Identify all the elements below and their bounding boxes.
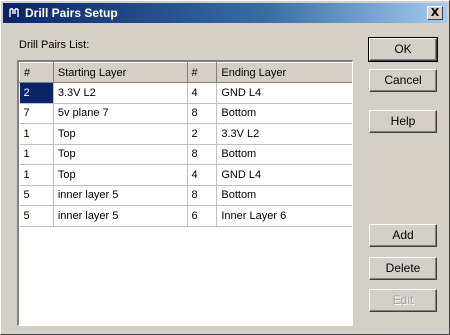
- drill-pairs-list[interactable]: # Starting Layer # Ending Layer 2 3.3V L…: [17, 60, 353, 326]
- ending-layer-cell: Bottom: [216, 103, 352, 124]
- table-row[interactable]: 2 3.3V L2 4 GND L4: [19, 82, 352, 104]
- start-number-cell: 5: [19, 205, 54, 227]
- starting-layer-cell: 5v plane 7: [53, 103, 188, 124]
- drill-pairs-list-label: Drill Pairs List:: [19, 39, 90, 51]
- end-number-cell: 6: [187, 205, 218, 227]
- drill-pairs-app-icon: [7, 6, 21, 20]
- table-row[interactable]: 1 Top 4 GND L4: [19, 164, 352, 186]
- starting-layer-cell: Top: [53, 164, 188, 186]
- ok-button[interactable]: OK: [368, 37, 438, 62]
- help-button[interactable]: Help: [369, 110, 437, 133]
- start-number-cell: 1: [19, 144, 54, 165]
- ending-layer-cell: 3.3V L2: [216, 123, 352, 145]
- window-title: Drill Pairs Setup: [25, 6, 118, 20]
- table-row[interactable]: 1 Top 8 Bottom: [19, 144, 352, 165]
- close-button[interactable]: X: [427, 6, 443, 20]
- starting-layer-cell: Top: [53, 144, 188, 165]
- add-button[interactable]: Add: [369, 224, 437, 247]
- starting-layer-cell: 3.3V L2: [53, 82, 188, 104]
- ending-layer-cell: GND L4: [216, 82, 352, 104]
- ending-layer-cell: Bottom: [216, 185, 352, 206]
- delete-button[interactable]: Delete: [369, 257, 437, 280]
- table-row[interactable]: 1 Top 2 3.3V L2: [19, 123, 352, 145]
- end-number-cell: 4: [187, 82, 218, 104]
- table-header-row: # Starting Layer # Ending Layer: [19, 62, 352, 83]
- column-header-end-number[interactable]: #: [186, 62, 218, 83]
- end-number-cell: 2: [187, 123, 218, 145]
- end-number-cell: 4: [187, 164, 218, 186]
- end-number-cell: 8: [187, 144, 218, 165]
- starting-layer-cell: inner layer 5: [53, 185, 188, 206]
- drill-pairs-table: # Starting Layer # Ending Layer 2 3.3V L…: [19, 62, 352, 227]
- table-row[interactable]: 7 5v plane 7 8 Bottom: [19, 103, 352, 124]
- column-header-ending-layer[interactable]: Ending Layer: [216, 62, 352, 83]
- end-number-cell: 8: [187, 185, 218, 206]
- starting-layer-cell: inner layer 5: [53, 205, 188, 227]
- start-number-cell: 1: [19, 123, 54, 145]
- starting-layer-cell: Top: [53, 123, 188, 145]
- start-number-cell: 2: [19, 82, 54, 104]
- column-header-starting-layer[interactable]: Starting Layer: [52, 62, 188, 83]
- column-header-start-number[interactable]: #: [19, 62, 54, 83]
- cancel-button[interactable]: Cancel: [369, 69, 437, 92]
- table-row[interactable]: 5 inner layer 5 6 Inner Layer 6: [19, 205, 352, 227]
- drill-pairs-dialog: Drill Pairs Setup X Drill Pairs List: # …: [0, 0, 450, 335]
- edit-button[interactable]: Edit: [369, 289, 437, 312]
- title-bar[interactable]: Drill Pairs Setup X: [3, 3, 447, 23]
- ending-layer-cell: GND L4: [216, 164, 352, 186]
- end-number-cell: 8: [187, 103, 218, 124]
- ending-layer-cell: Inner Layer 6: [216, 205, 352, 227]
- start-number-cell: 7: [19, 103, 54, 124]
- close-icon: X: [430, 6, 440, 19]
- start-number-cell: 5: [19, 185, 54, 206]
- ending-layer-cell: Bottom: [216, 144, 352, 165]
- start-number-cell: 1: [19, 164, 54, 186]
- table-row[interactable]: 5 inner layer 5 8 Bottom: [19, 185, 352, 206]
